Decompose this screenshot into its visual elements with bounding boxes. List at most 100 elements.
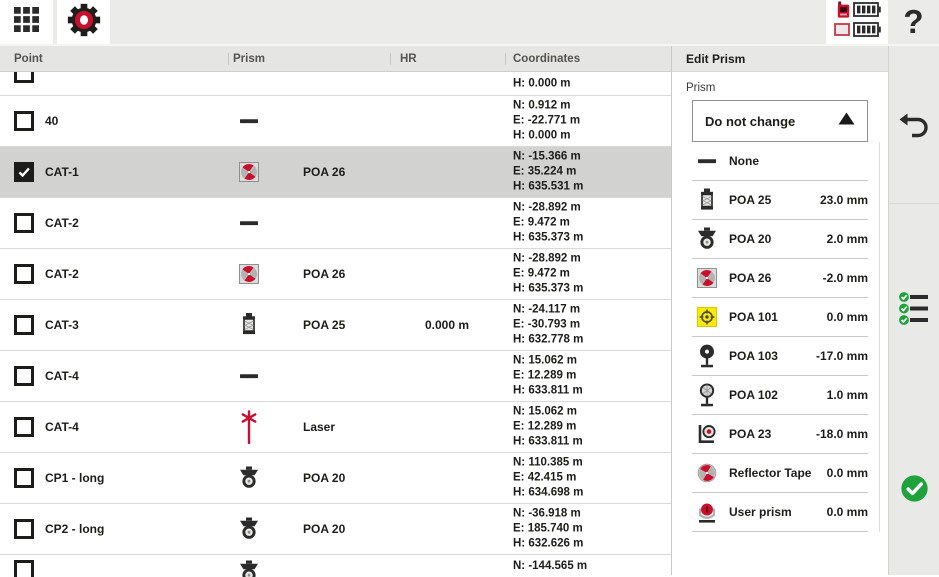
coordinates: N: -15.366 mE: 35.224 mH: 635.531 m: [513, 150, 583, 195]
help-button[interactable]: ?: [888, 0, 939, 44]
column-header-coordinates: Coordinates: [513, 53, 580, 65]
table-row[interactable]: H: 0.000 m: [0, 72, 671, 96]
help-icon: ?: [903, 3, 923, 41]
prism-label: POA 26: [303, 267, 345, 281]
user-prism-icon: [695, 500, 719, 524]
confirm-icon: [900, 474, 929, 508]
triangle-up-icon: [838, 112, 855, 130]
prism-option-offset: 0.0 mm: [827, 505, 868, 519]
prism-field-label: Prism: [686, 82, 888, 94]
confirm-button[interactable]: [889, 474, 939, 508]
dash-icon: [695, 151, 719, 171]
table-row[interactable]: 40 N: 0.912 mE: -22.771 mH: 0.000 m: [0, 96, 671, 147]
status-indicators: [826, 0, 888, 44]
poa25-icon: [695, 188, 719, 213]
row-checkbox[interactable]: [14, 162, 34, 182]
main-content: Point Prism HR Coordinates H: 0.000 m 40 N…: [0, 46, 939, 575]
settings-button[interactable]: [57, 0, 110, 44]
point-name: CAT-2: [45, 267, 79, 281]
prism-option-poa-103[interactable]: POA 103-17.0 mm: [692, 337, 868, 376]
prism-option-poa-26[interactable]: POA 26-2.0 mm: [692, 259, 868, 298]
row-checkbox[interactable]: [14, 417, 34, 437]
coordinates: N: 15.062 mE: 12.289 mH: 633.811 m: [513, 354, 583, 399]
poa23-icon: [695, 422, 719, 446]
battery-empty-icon: [834, 23, 850, 41]
table-row[interactable]: CAT-2 POA 26N: -28.892 mE: 9.472 mH: 635…: [0, 249, 671, 300]
point-name: CAT-4: [45, 369, 79, 383]
table-header: Point Prism HR Coordinates: [0, 46, 671, 72]
row-checkbox[interactable]: [14, 264, 34, 284]
select-all-button[interactable]: [889, 291, 939, 333]
column-header-point: Point: [14, 53, 43, 65]
table-row[interactable]: CAT-2N: -28.892 mE: 9.472 mH: 635.373 m: [0, 198, 671, 249]
prism-option-none[interactable]: None: [692, 142, 868, 181]
column-divider: [390, 52, 391, 65]
prism-option-label: POA 25: [729, 193, 771, 207]
undo-button[interactable]: [889, 110, 939, 147]
table-row[interactable]: CP1 - long POA 20N: 110.385 mE: 42.415 m…: [0, 453, 671, 504]
row-checkbox[interactable]: [14, 468, 34, 488]
prism-option-label: POA 20: [729, 232, 771, 246]
prism-label: POA 20: [303, 522, 345, 536]
edit-prism-panel: Edit Prism Prism Do not change None POA …: [672, 46, 888, 575]
point-name: CAT-1: [45, 165, 79, 179]
prism-option-offset: 0.0 mm: [827, 466, 868, 480]
prism-option-poa-102[interactable]: POA 1021.0 mm: [692, 376, 868, 415]
prism-option-poa-20[interactable]: POA 20 2.0 mm: [692, 220, 868, 259]
prism-label: POA 20: [303, 471, 345, 485]
poa26-icon: [695, 268, 719, 288]
prism-option-user-prism[interactable]: User prism0.0 mm: [692, 493, 868, 532]
table-row[interactable]: N: -144.565 m: [0, 555, 671, 577]
table-row[interactable]: CAT-4 LaserN: 15.062 mE: 12.289 mH: 633.…: [0, 402, 671, 453]
table-row[interactable]: CAT-4 N: 15.062 mE: 12.289 mH: 633.811 m: [0, 351, 671, 402]
coordinates: N: -28.892 mE: 9.472 mH: 635.373 m: [513, 201, 583, 246]
prism-options-list: None POA 25 23.0 mm POA 20 2.0 mm POA 26-2…: [672, 142, 888, 532]
coordinates: N: -24.117 mE: -30.793 mH: 632.778 m: [513, 303, 583, 348]
panel-header: Edit Prism: [672, 46, 888, 72]
prism-dropdown[interactable]: Do not change: [692, 100, 868, 142]
prism-option-label: Reflector Tape: [729, 466, 811, 480]
grid-icon: [14, 7, 39, 37]
row-checkbox[interactable]: [14, 72, 34, 83]
coordinates: N: 0.912 mE: -22.771 mH: 0.000 m: [513, 99, 580, 144]
row-checkbox[interactable]: [14, 519, 34, 539]
table-row[interactable]: CAT-3 POA 250.000 mN: -24.117 mE: -30.79…: [0, 300, 671, 351]
poa25-icon: [236, 313, 262, 338]
prism-label: Laser: [303, 420, 335, 434]
coordinates: N: -144.565 m: [513, 559, 587, 574]
laser-icon: [236, 410, 262, 444]
prism-option-poa-101[interactable]: POA 1010.0 mm: [692, 298, 868, 337]
prism-option-poa-23[interactable]: POA 23 -18.0 mm: [692, 415, 868, 454]
column-divider: [228, 52, 229, 65]
prism-option-reflector-tape[interactable]: Reflector Tape 0.0 mm: [692, 454, 868, 493]
battery-icon: [853, 2, 881, 22]
point-table-body: H: 0.000 m 40 N: 0.912 mE: -22.771 mH: 0.0…: [0, 72, 671, 577]
point-name: 40: [45, 114, 58, 128]
row-checkbox[interactable]: [14, 366, 34, 386]
poa20-icon: [236, 560, 262, 577]
prism-option-label: POA 23: [729, 427, 771, 441]
prism-option-poa-25[interactable]: POA 25 23.0 mm: [692, 181, 868, 220]
prism-option-offset: -18.0 mm: [816, 427, 868, 441]
dash-icon: [236, 366, 262, 386]
prism-option-label: POA 26: [729, 271, 771, 285]
table-row[interactable]: CP2 - long POA 20N: -36.918 mE: 185.740 …: [0, 504, 671, 555]
app-window: ? Point Prism HR Coordinates H: 0.000 m 4…: [0, 0, 939, 575]
apps-button[interactable]: [0, 0, 53, 44]
poa20-icon: [236, 466, 262, 490]
poa26-icon: [236, 264, 262, 284]
radio-battery-status: [833, 4, 881, 21]
row-checkbox[interactable]: [14, 213, 34, 233]
prism-option-offset: 2.0 mm: [827, 232, 868, 246]
row-checkbox[interactable]: [14, 560, 34, 577]
column-header-prism: Prism: [233, 53, 265, 65]
prism-option-offset: 23.0 mm: [820, 193, 868, 207]
table-row[interactable]: CAT-1 POA 26N: -15.366 mE: 35.224 mH: 63…: [0, 147, 671, 198]
coordinates: H: 0.000 m: [513, 76, 571, 91]
poa26-icon: [236, 162, 262, 182]
prism-option-label: POA 103: [729, 349, 778, 363]
row-checkbox[interactable]: [14, 111, 34, 131]
prism-option-offset: 0.0 mm: [827, 310, 868, 324]
row-checkbox[interactable]: [14, 315, 34, 335]
point-name: CAT-4: [45, 420, 79, 434]
